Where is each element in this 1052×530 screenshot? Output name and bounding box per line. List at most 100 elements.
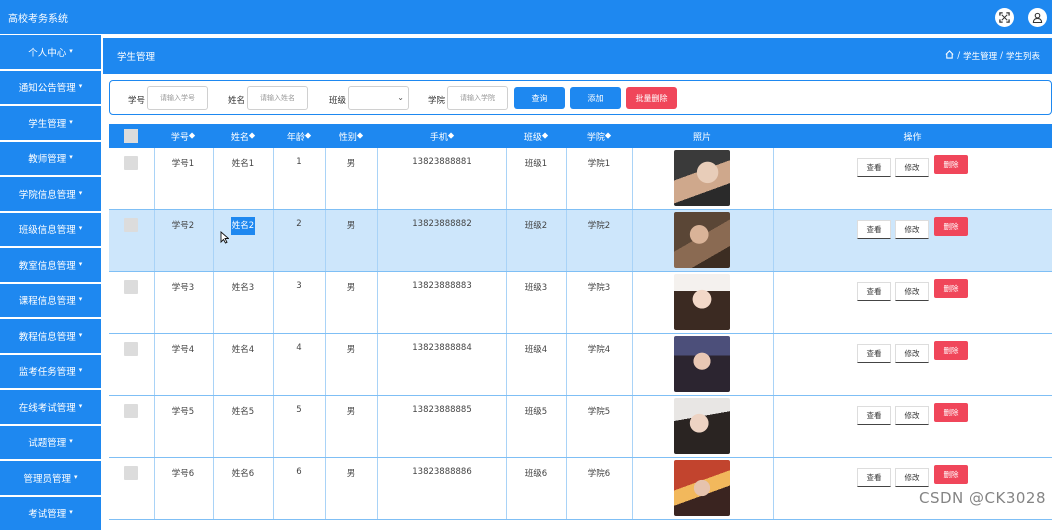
edit-button[interactable]: 修改 xyxy=(895,344,929,363)
cell-name: 姓名2 xyxy=(213,219,273,231)
delete-button[interactable]: 删除 xyxy=(934,155,968,174)
delete-button[interactable]: 删除 xyxy=(934,217,968,236)
sidebar-item[interactable]: 班级信息管理▾ xyxy=(0,213,101,247)
sidebar-item[interactable]: 管理员管理▾ xyxy=(0,461,101,495)
row-checkbox[interactable] xyxy=(124,218,138,232)
view-button[interactable]: 查看 xyxy=(857,406,891,425)
chevron-down-icon: ▾ xyxy=(69,47,73,55)
batch-delete-button[interactable]: 批量删除 xyxy=(626,87,677,109)
cell-text: 学院4 xyxy=(588,345,610,355)
cell-gender: 男 xyxy=(325,405,377,417)
view-button[interactable]: 查看 xyxy=(857,344,891,363)
sidebar-item[interactable]: 学院信息管理▾ xyxy=(0,177,101,211)
college-input[interactable]: 请输入学院 xyxy=(447,86,508,110)
delete-button[interactable]: 删除 xyxy=(934,279,968,298)
view-button[interactable]: 查看 xyxy=(857,282,891,301)
chevron-down-icon: ▾ xyxy=(69,508,73,516)
sidebar-item[interactable]: 个人中心▾ xyxy=(0,35,101,69)
sidebar-item[interactable]: 监考任务管理▾ xyxy=(0,355,101,389)
row-checkbox[interactable] xyxy=(124,156,138,170)
edit-button[interactable]: 修改 xyxy=(895,282,929,301)
table-row[interactable]: 学号4姓名44男13823888884班级4学院4查看修改删除 xyxy=(109,334,1052,396)
sidebar-item[interactable]: 教程信息管理▾ xyxy=(0,319,101,353)
select-all-checkbox[interactable] xyxy=(124,124,138,148)
sidebar-item[interactable]: 学生管理▾ xyxy=(0,106,101,140)
header-age[interactable]: 年龄⬥ xyxy=(273,124,325,148)
table-row[interactable]: 学号2姓名22男13823888882班级2学院2查看修改删除 xyxy=(109,210,1052,272)
home-icon[interactable] xyxy=(945,50,954,62)
class-select[interactable]: ⌄ xyxy=(348,86,409,110)
breadcrumb-item[interactable]: 学生管理 xyxy=(963,50,997,62)
cell-phone: 13823888883 xyxy=(377,281,507,291)
cell-text: 姓名6 xyxy=(232,469,254,479)
add-button[interactable]: 添加 xyxy=(570,87,621,109)
header-college[interactable]: 学院⬥ xyxy=(566,124,632,148)
cell-text: 学号6 xyxy=(172,469,194,479)
delete-button[interactable]: 删除 xyxy=(934,465,968,484)
sidebar-item-label: 教师管理 xyxy=(28,151,66,165)
cell-divider xyxy=(773,396,774,457)
watermark: CSDN @CK3028 xyxy=(919,489,1046,507)
sidebar-item[interactable]: 在线考试管理▾ xyxy=(0,390,101,424)
view-button[interactable]: 查看 xyxy=(857,220,891,239)
table-row[interactable]: 学号6姓名66男13823888886班级6学院6查看修改删除 xyxy=(109,458,1052,520)
cell-text: 班级4 xyxy=(525,345,547,355)
sidebar-item[interactable]: 教室信息管理▾ xyxy=(0,248,101,282)
delete-button[interactable]: 删除 xyxy=(934,403,968,422)
header-gender[interactable]: 性别⬥ xyxy=(325,124,377,148)
edit-button[interactable]: 修改 xyxy=(895,468,929,487)
sort-icon: ⬥ xyxy=(305,131,311,141)
sidebar-item-label: 考试管理 xyxy=(28,506,66,520)
sidebar-item[interactable]: 考试管理▾ xyxy=(0,497,101,530)
cell-name: 姓名1 xyxy=(213,157,273,169)
cell-college: 学院6 xyxy=(566,467,632,479)
header-student-no[interactable]: 学号⬥ xyxy=(154,124,212,148)
fullscreen-icon[interactable] xyxy=(995,8,1014,27)
header-name[interactable]: 姓名⬥ xyxy=(213,124,273,148)
sidebar-item[interactable]: 试题管理▾ xyxy=(0,426,101,460)
edit-button[interactable]: 修改 xyxy=(895,158,929,177)
cell-text: 学号5 xyxy=(172,407,194,417)
sidebar-item-label: 班级信息管理 xyxy=(19,222,76,236)
cell-gender: 男 xyxy=(325,281,377,293)
view-button[interactable]: 查看 xyxy=(857,158,891,177)
cell-text: 1 xyxy=(296,157,301,167)
row-checkbox[interactable] xyxy=(124,342,138,356)
row-checkbox[interactable] xyxy=(124,280,138,294)
row-checkbox[interactable] xyxy=(124,404,138,418)
cell-class: 班级5 xyxy=(506,405,566,417)
sidebar-item[interactable]: 通知公告管理▾ xyxy=(0,71,101,105)
cell-class: 班级4 xyxy=(506,343,566,355)
table-row[interactable]: 学号5姓名55男13823888885班级5学院5查看修改删除 xyxy=(109,396,1052,458)
user-icon[interactable] xyxy=(1028,8,1047,27)
table-row[interactable]: 学号3姓名33男13823888883班级3学院3查看修改删除 xyxy=(109,272,1052,334)
cell-text: 学号1 xyxy=(172,159,194,169)
header-phone[interactable]: 手机⬥ xyxy=(377,124,507,148)
cell-text: 13823888884 xyxy=(412,343,472,353)
sidebar-item[interactable]: 课程信息管理▾ xyxy=(0,284,101,318)
delete-button[interactable]: 删除 xyxy=(934,341,968,360)
cell-text: 姓名2 xyxy=(231,217,255,235)
header-class[interactable]: 班级⬥ xyxy=(506,124,566,148)
student-photo xyxy=(674,398,730,454)
query-button[interactable]: 查询 xyxy=(514,87,565,109)
cell-divider xyxy=(773,458,774,519)
cell-text: 学院2 xyxy=(588,221,610,231)
sidebar-item[interactable]: 教师管理▾ xyxy=(0,142,101,176)
edit-button[interactable]: 修改 xyxy=(895,220,929,239)
name-input[interactable]: 请输入姓名 xyxy=(247,86,308,110)
chevron-down-icon: ▾ xyxy=(79,331,83,339)
view-button[interactable]: 查看 xyxy=(857,468,891,487)
search-panel: 学号 请输入学号 姓名 请输入姓名 班级 ⌄ 学院 请输入学院 查询 添加 批量… xyxy=(109,80,1052,115)
page-header: 学生管理 / 学生管理 / 学生列表 xyxy=(103,38,1052,74)
sidebar-item-label: 监考任务管理 xyxy=(19,364,76,378)
cell-text: 13823888883 xyxy=(412,281,472,291)
edit-button[interactable]: 修改 xyxy=(895,406,929,425)
table-row[interactable]: 学号1姓名11男13823888881班级1学院1查看修改删除 xyxy=(109,148,1052,210)
header-actions: 操作 xyxy=(773,124,1052,148)
student-photo xyxy=(674,150,730,206)
row-checkbox[interactable] xyxy=(124,466,138,480)
cell-text: 姓名3 xyxy=(232,283,254,293)
cell-text: 13823888882 xyxy=(412,219,472,229)
student-no-input[interactable]: 请输入学号 xyxy=(147,86,208,110)
